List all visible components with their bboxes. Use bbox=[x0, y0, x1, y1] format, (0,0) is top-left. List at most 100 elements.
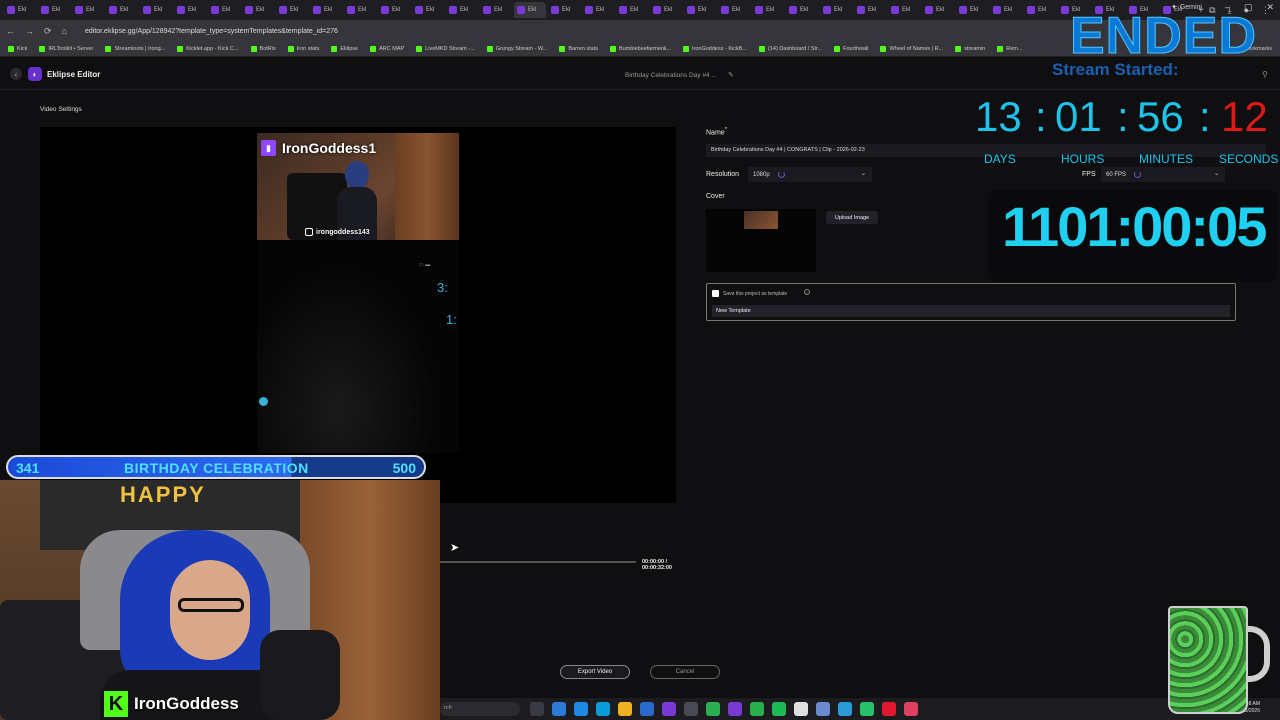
taskbar-app-icon[interactable] bbox=[596, 702, 610, 716]
browser-tab[interactable]: Ekl bbox=[174, 2, 206, 18]
forward-icon[interactable]: → bbox=[25, 26, 34, 36]
bookmark-item[interactable]: streamin bbox=[955, 46, 985, 52]
taskbar-search[interactable]: rch bbox=[440, 702, 520, 716]
browser-tab[interactable]: Ekl bbox=[106, 2, 138, 18]
browser-tab[interactable]: Ekl bbox=[412, 2, 444, 18]
browser-tab[interactable]: Ekl bbox=[72, 2, 104, 18]
tab-label: Ekl bbox=[1038, 7, 1047, 13]
taskbar-app-icon[interactable] bbox=[662, 702, 676, 716]
bookmark-item[interactable]: Grungy Stream - W... bbox=[486, 46, 547, 52]
fps-label: FPS bbox=[1082, 171, 1096, 178]
taskbar-app-icon[interactable] bbox=[882, 702, 896, 716]
browser-tab[interactable]: Ekl bbox=[1024, 2, 1056, 18]
bookmark-item[interactable]: LiveMKD Stream -... bbox=[416, 46, 475, 52]
pencil-icon[interactable]: ✎ bbox=[728, 71, 734, 79]
taskbar-app-icon[interactable] bbox=[618, 702, 632, 716]
fps-select[interactable]: 60 FPS ⌄ bbox=[1101, 167, 1225, 182]
browser-tab[interactable]: Ekl bbox=[344, 2, 376, 18]
tab-label: Ekl bbox=[154, 7, 163, 13]
bookmark-item[interactable]: IronGoddess - KickB... bbox=[682, 46, 747, 52]
browser-tab[interactable]: Ekl bbox=[854, 2, 886, 18]
user-icon[interactable]: ⚲ bbox=[1262, 70, 1268, 79]
bookmark-item[interactable]: ARC MAP bbox=[370, 46, 404, 52]
browser-tab[interactable]: Ekl bbox=[38, 2, 70, 18]
taskbar-app-icon[interactable] bbox=[904, 702, 918, 716]
browser-tab[interactable]: Ekl bbox=[650, 2, 682, 18]
browser-tab[interactable]: Ekl bbox=[684, 2, 716, 18]
browser-tab[interactable]: Ekl bbox=[922, 2, 954, 18]
taskbar-app-icon[interactable] bbox=[794, 702, 808, 716]
playback-progress[interactable] bbox=[440, 561, 636, 563]
bookmark-item[interactable]: Streamloots | Irong... bbox=[105, 46, 165, 52]
eklipse-tab-icon bbox=[245, 6, 253, 14]
browser-tab[interactable]: Ekl bbox=[616, 2, 648, 18]
browser-tab[interactable]: Ekl bbox=[990, 2, 1022, 18]
browser-tab[interactable]: Ekl bbox=[140, 2, 172, 18]
export-video-button[interactable]: Export Video bbox=[560, 665, 630, 679]
browser-tab[interactable]: Ekl bbox=[276, 2, 308, 18]
taskbar-app-icon[interactable] bbox=[684, 702, 698, 716]
url-field[interactable]: editor.eklipse.gg/App/128942?template_ty… bbox=[85, 28, 338, 35]
menu-icon[interactable]: ⋮ bbox=[1261, 5, 1270, 16]
browser-tab[interactable]: Ekl bbox=[378, 2, 410, 18]
bookmark-item[interactable]: Iron stats bbox=[287, 46, 319, 52]
back-button[interactable]: ‹ bbox=[10, 68, 22, 80]
browser-tab[interactable]: Ekl bbox=[310, 2, 342, 18]
bookmark-item[interactable]: Fourthwall bbox=[834, 46, 868, 52]
bookmark-item[interactable]: Bumblebeefarmer&... bbox=[610, 46, 671, 52]
upload-image-button[interactable]: Upload Image bbox=[826, 211, 878, 224]
reload-icon[interactable]: ⟳ bbox=[44, 26, 52, 37]
browser-tab[interactable]: Ekl bbox=[888, 2, 920, 18]
browser-tab[interactable]: Ekl bbox=[718, 2, 750, 18]
bookmark-item[interactable]: Barren stats bbox=[559, 46, 598, 52]
save-template-checkbox[interactable] bbox=[712, 290, 719, 297]
browser-tab[interactable]: Ekl bbox=[582, 2, 614, 18]
video-player[interactable]: ▮ IronGoddess1 irongoddess143 ▭ ▬ 3: 1: … bbox=[40, 127, 676, 571]
browser-tab[interactable]: Ekl bbox=[446, 2, 478, 18]
loading-spinner-icon bbox=[777, 171, 785, 178]
taskbar-app-icon[interactable] bbox=[838, 702, 852, 716]
resolution-select[interactable]: 1080p ⌄ bbox=[748, 167, 872, 182]
bookmark-item[interactable]: (14) Dashboard / Str... bbox=[759, 46, 822, 52]
taskbar-app-icon[interactable] bbox=[640, 702, 654, 716]
template-name-input[interactable]: New Template bbox=[712, 305, 1230, 317]
browser-tab[interactable]: Ekl bbox=[820, 2, 852, 18]
taskbar-app-icon[interactable] bbox=[816, 702, 830, 716]
info-icon[interactable]: i bbox=[804, 289, 810, 295]
taskbar-app-icon[interactable] bbox=[530, 702, 544, 716]
back-icon[interactable]: ← bbox=[6, 26, 15, 36]
taskbar-app-icon[interactable] bbox=[728, 702, 742, 716]
taskbar-app-icon[interactable] bbox=[574, 702, 588, 716]
instagram-icon bbox=[305, 228, 313, 236]
taskbar-app-icon[interactable] bbox=[772, 702, 786, 716]
browser-tab[interactable]: Ekl bbox=[752, 2, 784, 18]
bookmark-item[interactable]: Rem... bbox=[997, 46, 1022, 52]
bookmark-icon bbox=[610, 46, 616, 52]
bookmark-item[interactable]: Wheel of Names | R... bbox=[880, 46, 943, 52]
cancel-button[interactable]: Cancel bbox=[650, 665, 720, 679]
kick-tag: K IronGoddess bbox=[104, 690, 239, 718]
eklipse-tab-icon bbox=[721, 6, 729, 14]
taskbar-app-icon[interactable] bbox=[860, 702, 874, 716]
bookmark-item[interactable]: Eklipse bbox=[331, 46, 358, 52]
browser-tab[interactable]: Ekl bbox=[548, 2, 580, 18]
browser-tab[interactable]: Ekl bbox=[242, 2, 274, 18]
browser-tab[interactable]: Ekl bbox=[4, 2, 36, 18]
home-icon[interactable]: ⌂ bbox=[62, 26, 67, 36]
browser-tab[interactable]: Ekl bbox=[208, 2, 240, 18]
eklipse-tab-icon bbox=[347, 6, 355, 14]
browser-tab[interactable]: Ekl bbox=[514, 2, 546, 18]
bookmark-item[interactable]: IRLToolkit • Server bbox=[39, 46, 93, 52]
bookmark-item[interactable]: Kicklet.app - Kick C... bbox=[177, 46, 239, 52]
browser-tab[interactable]: Ekl bbox=[786, 2, 818, 18]
bookmark-item[interactable]: Kick bbox=[8, 46, 27, 52]
browser-tab[interactable]: Ekl bbox=[956, 2, 988, 18]
taskbar-app-icon[interactable] bbox=[552, 702, 566, 716]
instagram-tag: irongoddess143 bbox=[305, 228, 370, 236]
timer-minutes: 56 bbox=[1137, 93, 1184, 140]
taskbar-app-icon[interactable] bbox=[706, 702, 720, 716]
bookmark-item[interactable]: BotRix bbox=[250, 46, 276, 52]
tab-label: Ekl bbox=[460, 7, 469, 13]
browser-tab[interactable]: Ekl bbox=[480, 2, 512, 18]
taskbar-app-icon[interactable] bbox=[750, 702, 764, 716]
